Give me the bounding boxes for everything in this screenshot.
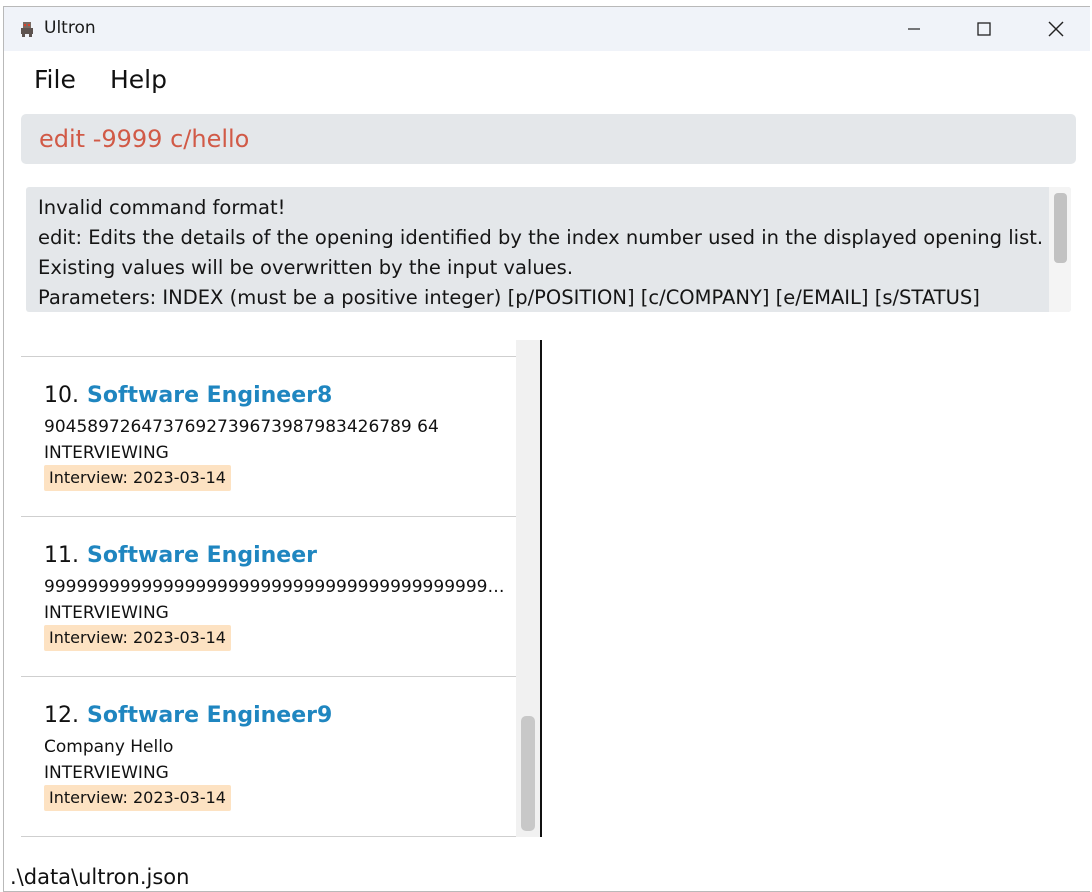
opening-card[interactable]: 10. Software Engineer8 904589726473769273… [21, 356, 516, 515]
maximize-button[interactable] [950, 7, 1018, 51]
list-divider [21, 836, 516, 837]
card-position: Software Engineer8 [87, 383, 333, 408]
menu-bar: File Help [4, 51, 1090, 113]
status-bar-path: .\data\ultron.json [10, 865, 190, 889]
list-scrollbar-thumb[interactable] [521, 716, 535, 831]
interview-tag: Interview: 2023-03-14 [44, 465, 231, 491]
title-bar[interactable]: Ultron [4, 7, 1090, 51]
minimize-icon [908, 28, 920, 30]
menu-help[interactable]: Help [110, 65, 167, 94]
card-status: INTERVIEWING [44, 763, 169, 783]
result-text: Invalid command format! edit: Edits the … [38, 193, 1044, 312]
result-scrollbar-thumb[interactable] [1054, 193, 1067, 263]
card-company: Company Hello [44, 737, 174, 757]
card-status: INTERVIEWING [44, 443, 169, 463]
result-line: Existing values will be overwritten by t… [38, 256, 574, 279]
card-header: 12. Software Engineer9 [44, 703, 332, 728]
card-index: 11. [44, 543, 79, 568]
result-line: edit: Edits the details of the opening i… [38, 226, 1044, 249]
command-input[interactable] [39, 114, 1066, 164]
card-status: INTERVIEWING [44, 603, 169, 623]
window-title: Ultron [44, 18, 96, 38]
close-button[interactable] [1022, 7, 1090, 51]
card-position: Software Engineer9 [87, 703, 333, 728]
panel-divider [540, 340, 542, 837]
opening-list: 10. Software Engineer8 904589726473769273… [21, 340, 541, 837]
card-header: 10. Software Engineer8 [44, 383, 332, 408]
maximize-icon [977, 22, 991, 36]
command-box [21, 114, 1076, 164]
card-index: 12. [44, 703, 79, 728]
opening-card[interactable]: 11. Software Engineer 9999999999999999999… [21, 516, 516, 675]
result-line: Invalid command format! [38, 196, 286, 219]
list-scrollbar[interactable] [516, 340, 541, 837]
opening-card[interactable]: 12. Software Engineer9 Company Hello INTE… [21, 676, 516, 835]
interview-tag: Interview: 2023-03-14 [44, 785, 231, 811]
app-icon [21, 22, 33, 37]
card-company: 9999999999999999999999999999999999999999… [44, 577, 509, 597]
card-company: 9045897264737692739673987983426789 64 [44, 417, 439, 437]
menu-file[interactable]: File [34, 65, 76, 94]
close-icon [1048, 21, 1064, 37]
interview-tag: Interview: 2023-03-14 [44, 625, 231, 651]
app-window: Ultron File Help Invalid command format! [3, 6, 1090, 892]
result-line: Parameters: INDEX (must be a positive in… [38, 286, 980, 309]
minimize-button[interactable] [880, 7, 948, 51]
card-header: 11. Software Engineer [44, 543, 317, 568]
result-display: Invalid command format! edit: Edits the … [26, 187, 1071, 312]
result-scrollbar[interactable] [1049, 187, 1071, 312]
card-index: 10. [44, 383, 79, 408]
card-position: Software Engineer [87, 543, 317, 568]
